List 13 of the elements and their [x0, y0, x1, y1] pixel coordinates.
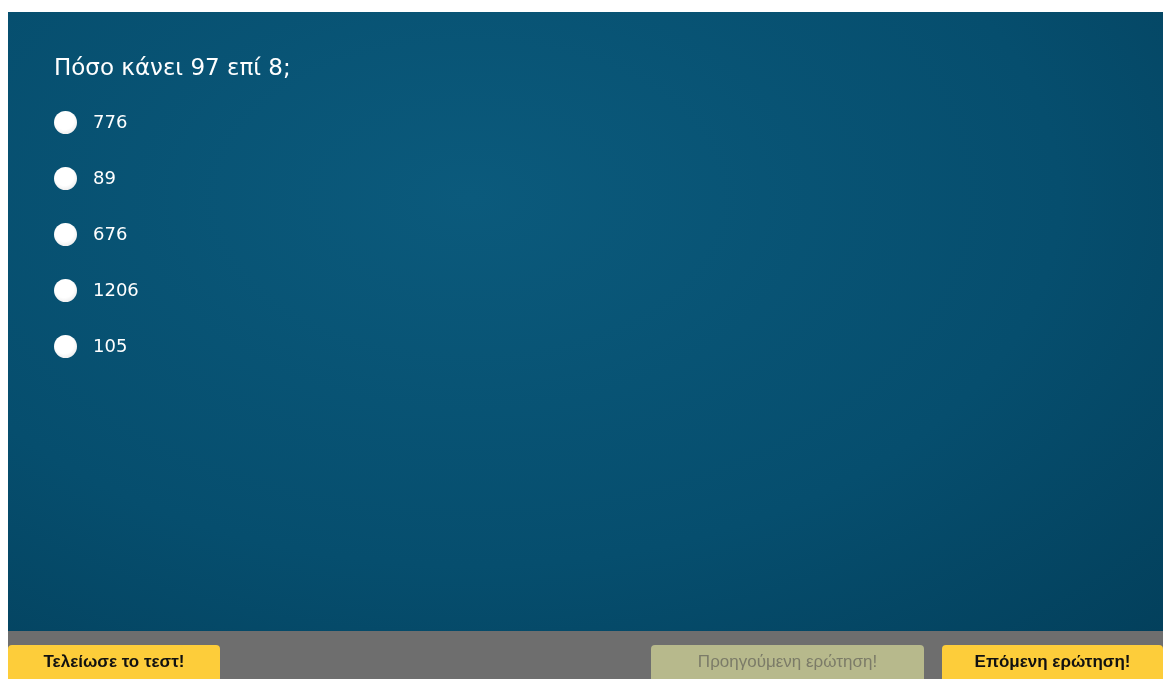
option-label: 776	[93, 110, 128, 134]
radio-button[interactable]	[54, 334, 77, 358]
next-question-button[interactable]: Επόμενη ερώτηση!	[942, 645, 1163, 679]
radio-button[interactable]	[54, 166, 77, 190]
finish-test-button[interactable]: Τελείωσε το τεστ!	[8, 645, 220, 679]
radio-button[interactable]	[54, 110, 77, 134]
option-label: 676	[93, 222, 128, 246]
radio-button[interactable]	[54, 278, 77, 302]
question-text: Πόσο κάνει 97 επί 8;	[54, 54, 291, 80]
radio-button[interactable]	[54, 222, 77, 246]
option-label: 89	[93, 166, 116, 190]
option-label: 105	[93, 334, 128, 358]
option-label: 1206	[93, 278, 139, 302]
